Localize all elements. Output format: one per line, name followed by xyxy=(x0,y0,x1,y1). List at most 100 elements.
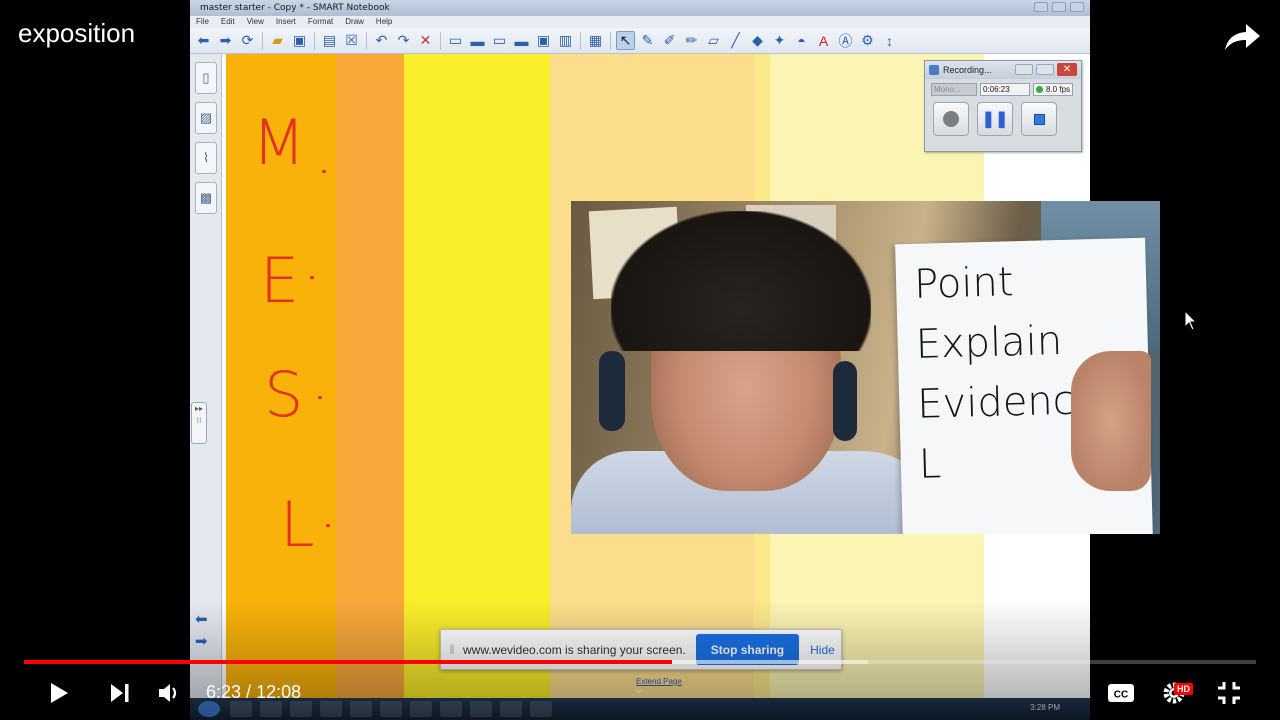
close-icon xyxy=(1070,2,1084,12)
time-separator: / xyxy=(241,682,257,702)
fill-icon: ◓ xyxy=(797,32,806,49)
recording-elapsed: 0:06:23 xyxy=(980,83,1030,96)
taskbar-app-icon xyxy=(440,701,462,717)
recording-widget-titlebar: Recording... ✕ xyxy=(925,61,1081,79)
recorder-close-icon: ✕ xyxy=(1057,63,1077,76)
open-folder-icon: ▰ xyxy=(272,32,283,48)
recording-buttons: ❚❚ xyxy=(925,96,1081,136)
redo-icon: ↷ xyxy=(397,32,410,48)
dual-display-icon: ▬ xyxy=(514,32,529,49)
canvas-mark xyxy=(318,396,322,399)
toolbar-divider xyxy=(366,31,367,50)
seek-bar[interactable] xyxy=(24,660,1256,664)
menu-file: File xyxy=(196,17,209,26)
undo-icon: ↶ xyxy=(375,32,388,48)
sign-word-explain: Explain xyxy=(915,317,1063,368)
canvas-mark xyxy=(326,524,330,527)
recording-title: Recording... xyxy=(943,65,992,75)
smart-toolbar: ⬅ ➡ ⟳ ▰ ▣ ▤ ☒ ↶ ↷ ✕ ▭ ▬ ▭ ▬ ▣ ▥ ▦ ↖ ✎ ✐ … xyxy=(190,28,1090,54)
toolbar-divider xyxy=(262,31,263,50)
taskbar-app-icon xyxy=(320,701,342,717)
recorder-minimize-icon xyxy=(1015,64,1033,75)
next-icon xyxy=(111,684,129,702)
taskbar-app-icon xyxy=(230,701,252,717)
canvas-mark xyxy=(310,276,314,279)
menu-edit: Edit xyxy=(220,17,235,26)
taskbar-app-icon xyxy=(410,701,432,717)
select-pointer-icon: ↖ xyxy=(616,31,635,50)
smart-sidebar: ▯ ▨ ⌇ ▩ ▸▸ ⁝⁝ ⬅ ➡ xyxy=(190,54,222,704)
presenter-hand xyxy=(1071,351,1151,491)
text-recognition-icon: Ⓐ xyxy=(838,32,853,49)
forward-arrow-icon: ➡ xyxy=(219,32,232,48)
video-title[interactable]: exposition xyxy=(18,18,135,49)
eraser-icon: ▱ xyxy=(708,32,719,48)
taskbar-app-icon xyxy=(350,701,372,717)
chevron-down-icon: ⌄ xyxy=(633,680,645,696)
record-button xyxy=(933,102,969,136)
delete-icon: ✕ xyxy=(419,32,432,48)
menu-insert: Insert xyxy=(275,17,296,26)
page-sorter-icon: ▯ xyxy=(195,62,217,94)
toolbar-divider xyxy=(440,31,441,50)
taskbar-app-icon xyxy=(530,701,552,717)
sign-word-l: L xyxy=(918,441,942,488)
svg-text:CC: CC xyxy=(1114,690,1128,701)
display-icon: ▬ xyxy=(470,32,485,49)
status-led-icon xyxy=(1036,86,1043,93)
recording-fps: 8.0 fps xyxy=(1033,83,1073,96)
share-message: www.wevideo.com is sharing your screen. xyxy=(463,642,686,657)
window-controls xyxy=(1034,2,1084,12)
toolbar-divider xyxy=(610,31,611,50)
mouse-cursor-icon xyxy=(1184,310,1198,331)
back-arrow-icon: ⬅ xyxy=(197,32,210,48)
duration: 12:08 xyxy=(256,682,302,702)
share-icon[interactable] xyxy=(1222,20,1262,54)
hd-badge: HD xyxy=(1174,683,1193,695)
move-toolbar-icon: ↕ xyxy=(886,32,893,49)
magic-pen-icon: ✦ xyxy=(773,32,786,48)
taskbar-app-icon xyxy=(260,701,282,717)
pen-icon: ✎ xyxy=(641,32,654,48)
recorder-logo-icon xyxy=(929,65,939,75)
delete-page-icon: ☒ xyxy=(345,32,358,48)
hide-button[interactable]: Hide xyxy=(810,643,835,657)
next-button[interactable] xyxy=(102,676,138,710)
time-display: 6:23 / 12:08 xyxy=(206,682,301,703)
volume-button[interactable] xyxy=(152,676,188,710)
exit-fullscreen-icon xyxy=(1218,682,1240,704)
smart-menubar: File Edit View Insert Format Draw Help xyxy=(190,16,1090,28)
recording-status: Mono... 0:06:23 8.0 fps xyxy=(925,79,1081,96)
highlighter-icon: ✏ xyxy=(685,32,698,48)
document-camera-icon: ▥ xyxy=(558,32,573,48)
toolbar-divider xyxy=(314,31,315,50)
menu-draw: Draw xyxy=(345,17,364,26)
pause-recording-button: ❚❚ xyxy=(977,102,1013,136)
volume-icon xyxy=(159,684,177,702)
stop-recording-button xyxy=(1021,102,1057,136)
capture-icon: ▣ xyxy=(536,32,551,48)
sign-word-point: Point xyxy=(913,259,1015,308)
canvas-mark xyxy=(322,170,326,173)
exit-fullscreen-button[interactable] xyxy=(1211,676,1247,710)
taskbar-clock: 3:28 PM xyxy=(1030,703,1060,712)
headset-icon xyxy=(599,351,625,431)
menu-help: Help xyxy=(375,17,393,26)
creative-pen-icon: ✐ xyxy=(663,32,676,48)
pause-icon: ❚❚ xyxy=(981,111,1009,128)
canvas-letter-m: M xyxy=(252,106,306,179)
play-button[interactable] xyxy=(40,676,76,710)
canvas-letter-e: E xyxy=(260,244,300,317)
start-icon xyxy=(198,701,220,717)
canvas-stripe xyxy=(336,54,404,704)
canvas-stripe xyxy=(404,54,550,704)
text-icon: A xyxy=(818,32,829,49)
screen-shade-icon: ▭ xyxy=(448,32,463,48)
paste-icon: ▤ xyxy=(322,32,337,48)
taskbar-app-icon xyxy=(290,701,312,717)
add-page-icon: ⟳ xyxy=(241,32,254,48)
captions-button[interactable]: CC xyxy=(1103,676,1139,710)
minimize-icon xyxy=(1034,2,1048,12)
properties-tab-icon: ▩ xyxy=(195,182,217,214)
current-time: 6:23 xyxy=(206,682,242,702)
